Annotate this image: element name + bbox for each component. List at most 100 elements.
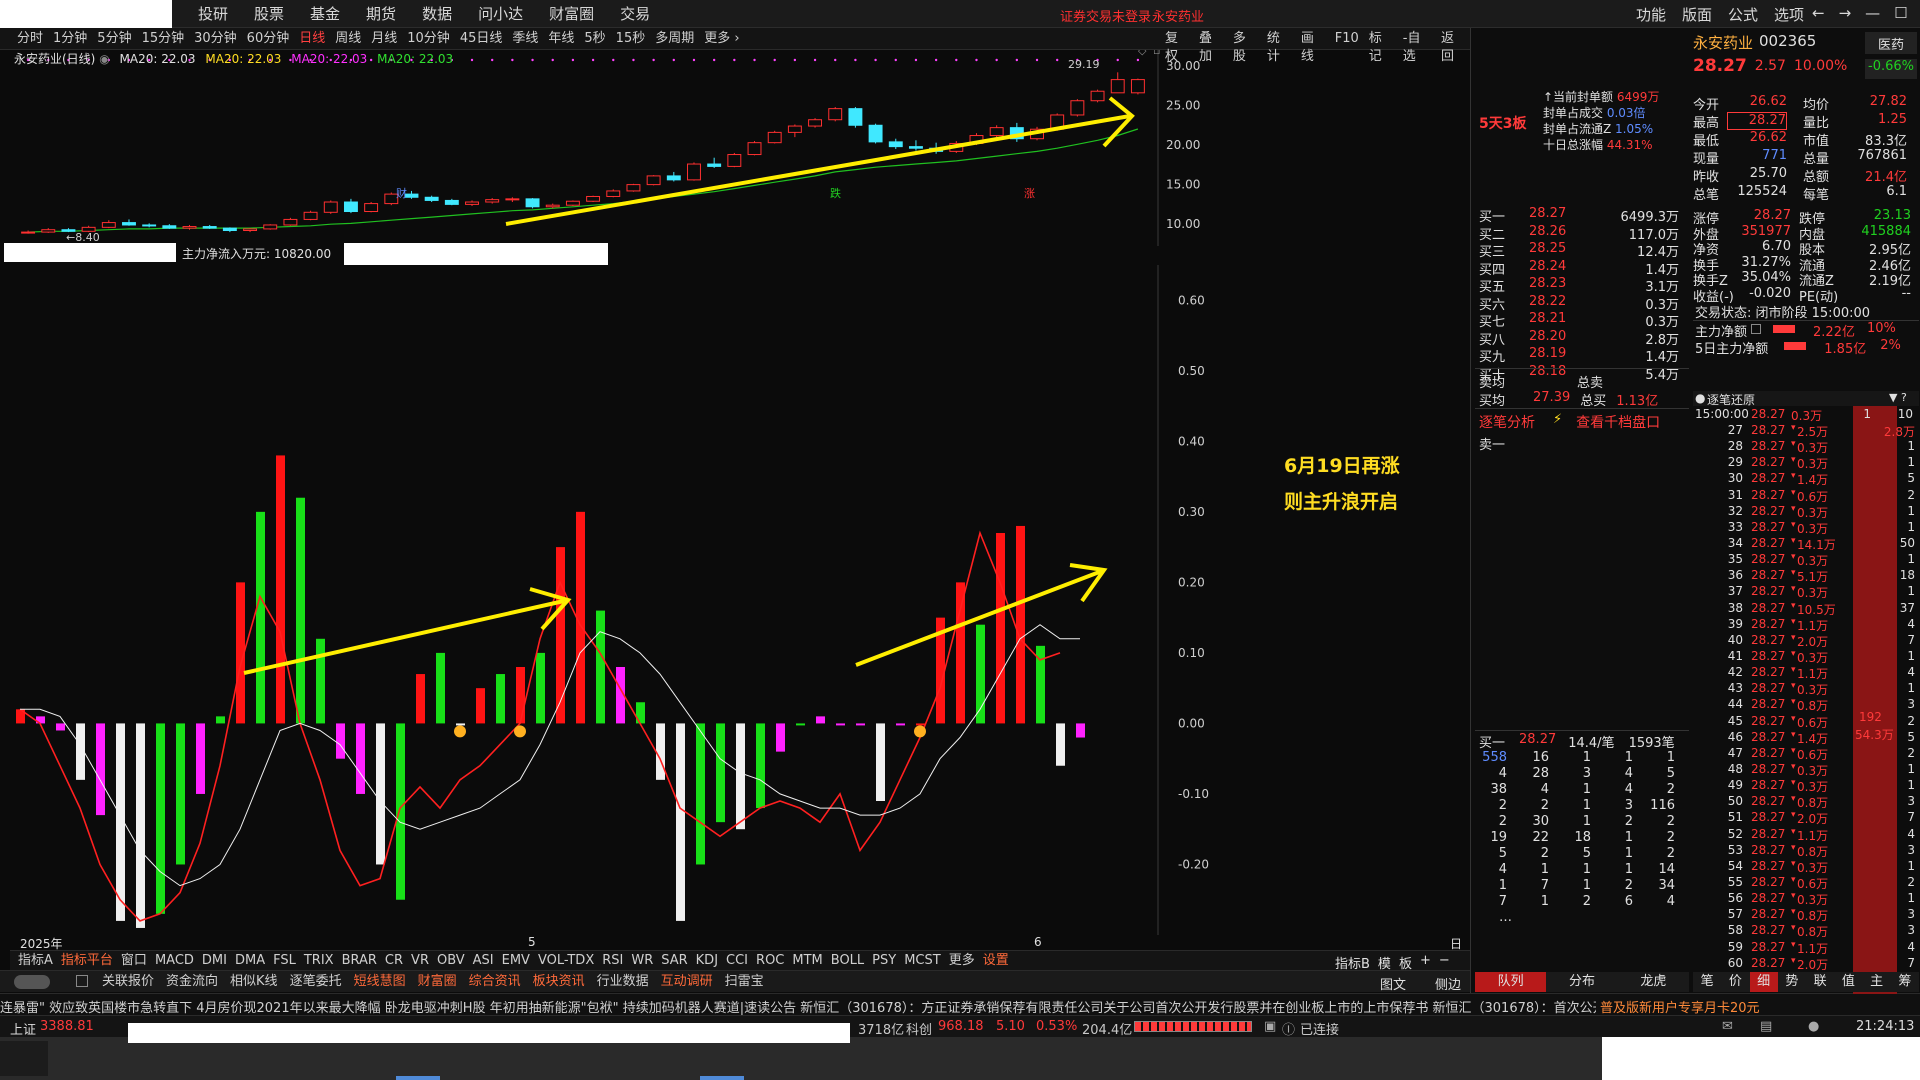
period-tab[interactable]: 多周期	[650, 30, 699, 48]
indicator-tab[interactable]: PSY	[868, 953, 900, 969]
menu-item[interactable]: 问小达	[465, 4, 536, 24]
bottom-tab[interactable]: 值	[1834, 972, 1863, 992]
indicator-tab[interactable]: BRAR	[338, 953, 381, 969]
function-link[interactable]: 行业数据	[591, 974, 655, 990]
price-chart-svg[interactable]: 30.00 25.00 20.00 15.00 10.00 ←8.40 29.19 财 跌 涨 ◇ ▫	[10, 44, 1470, 246]
menu-item[interactable]: 选项	[1766, 4, 1812, 25]
period-tab[interactable]: 45日线	[455, 30, 508, 48]
indicator-tab[interactable]: 更多	[945, 953, 979, 969]
menu-item[interactable]: 财富圈	[536, 4, 607, 24]
period-tab[interactable]: 30分钟	[189, 30, 242, 48]
indicator-tab[interactable]: RSI	[598, 953, 627, 969]
indicator-tab[interactable]: DMA	[231, 953, 269, 969]
bottom-tab[interactable]: 笔	[1693, 972, 1722, 992]
indicator-tab[interactable]: 窗口	[117, 953, 151, 969]
start-button[interactable]	[0, 1041, 48, 1076]
period-tab[interactable]: 月线	[366, 30, 402, 48]
menu-item[interactable]: 数据	[409, 4, 465, 24]
function-link[interactable]: 板块资讯	[527, 974, 591, 990]
indicator-tab[interactable]: KDJ	[692, 953, 722, 969]
bottom-tab[interactable]: 龙虎	[1617, 972, 1689, 992]
menu-item[interactable]: 公式	[1720, 4, 1766, 25]
period-tab[interactable]: 年线	[543, 30, 579, 48]
filter-icon[interactable]: ▼ ?	[1889, 391, 1907, 404]
indicator-tab[interactable]: CCI	[722, 953, 752, 969]
toggle-switch[interactable]	[14, 975, 50, 989]
bid-row[interactable]: 买九 28.19 1.4万	[1479, 346, 1689, 365]
tick-collapse-icon[interactable]: ●	[1695, 391, 1705, 405]
checkbox-icon[interactable]	[76, 975, 88, 987]
settings-icon[interactable]: ●	[1808, 1019, 1819, 1034]
price-chart[interactable]: 30.00 25.00 20.00 15.00 10.00 ←8.40 29.19 财 跌 涨 ◇ ▫…	[10, 44, 1470, 246]
function-link[interactable]: 逐笔委托	[284, 974, 348, 990]
indicator-chart-svg[interactable]: 0.60 0.50 0.40 0.30 0.20 0.10 0.00 -0.10 -0.20	[10, 265, 1470, 935]
indicator-chart[interactable]: 0.60 0.50 0.40 0.30 0.20 0.10 0.00 -0.10 -0.20 6…	[10, 265, 1470, 935]
bid-row[interactable]: 买七 28.21 0.3万	[1479, 311, 1689, 330]
news-text[interactable]: 连暴雷" 效应致英国楼市急转直下 4月房价现2021年以来最大降幅 卧龙电驱冲刺…	[0, 997, 1645, 1015]
indicator-tab[interactable]: ASI	[469, 953, 498, 969]
maximize-icon[interactable]: ☐	[1894, 4, 1907, 22]
period-tab[interactable]: 季线	[507, 30, 543, 48]
bottom-tab[interactable]: 价	[1721, 972, 1750, 992]
indicator-tab[interactable]: WR	[627, 953, 657, 969]
period-tab[interactable]: 5秒	[579, 30, 610, 48]
function-link[interactable]: 资金流向	[160, 974, 224, 990]
bottom-tab[interactable]: 势	[1777, 972, 1806, 992]
menu-item[interactable]: 交易	[607, 4, 663, 24]
login-status[interactable]: 证券交易未登录	[1060, 6, 1151, 25]
indicator-tab[interactable]: SAR	[657, 953, 691, 969]
indicator-tab[interactable]: FSL	[269, 953, 300, 969]
bottom-tab[interactable]: 细	[1749, 972, 1778, 992]
news-ticker[interactable]: 连暴雷" 效应致英国楼市急转直下 4月房价现2021年以来最大降幅 卧龙电驱冲刺…	[0, 993, 1920, 1015]
function-link[interactable]: 互动调研	[655, 974, 719, 990]
period-tab[interactable]: 日线	[294, 30, 330, 48]
bottom-tab[interactable]: 联	[1806, 972, 1835, 992]
bottom-tab[interactable]: 筹	[1890, 972, 1919, 992]
function-link[interactable]: 关联报价	[96, 974, 160, 990]
period-tab[interactable]: 1分钟	[48, 30, 92, 48]
info-box-icon[interactable]	[1751, 324, 1762, 334]
menu-item[interactable]: 基金	[297, 4, 353, 24]
bid-row[interactable]: 买三 28.25 12.4万	[1479, 241, 1689, 260]
bottom-tab[interactable]: 主	[1862, 972, 1891, 992]
analysis-link[interactable]: 逐笔分析	[1479, 412, 1535, 432]
indicator-tab[interactable]: OBV	[433, 953, 469, 969]
menu-item[interactable]: 功能	[1628, 4, 1674, 25]
back-arrow-icon[interactable]: ←	[1812, 4, 1825, 22]
indicator-tab[interactable]: BOLL	[827, 953, 868, 969]
mail-icon[interactable]: ✉	[1722, 1019, 1733, 1034]
indicator-tab[interactable]: VOL-TDX	[534, 953, 598, 969]
indicator-tab[interactable]: DMI	[198, 953, 231, 969]
indicator-tab[interactable]: CR	[381, 953, 407, 969]
period-tab[interactable]: 15秒	[611, 30, 651, 48]
indicator-tab[interactable]: MCST	[900, 953, 945, 969]
indicator-tab[interactable]: EMV	[498, 953, 534, 969]
menu-item[interactable]: 股票	[241, 4, 297, 24]
function-link[interactable]: 短线慧图	[348, 974, 412, 990]
period-tab[interactable]: 分时	[12, 30, 48, 48]
bid-row[interactable]: 买八 28.20 2.8万	[1479, 329, 1689, 348]
thousand-depth-link[interactable]: 查看千档盘口	[1576, 412, 1660, 432]
period-tab[interactable]: 周线	[330, 30, 366, 48]
indicator-tab[interactable]: MACD	[151, 953, 198, 969]
function-link[interactable]: 扫雷宝	[719, 974, 770, 990]
message-icon[interactable]: ▤	[1760, 1019, 1772, 1034]
indicator-tab[interactable]: VR	[407, 953, 433, 969]
function-link[interactable]: 综合资讯	[463, 974, 527, 990]
menu-item[interactable]: 投研	[185, 4, 241, 24]
period-tab[interactable]: 15分钟	[137, 30, 190, 48]
indicator-tab[interactable]: 设置	[979, 953, 1013, 969]
indicator-tab[interactable]: ROC	[752, 953, 788, 969]
bid-row[interactable]: 买四 28.24 1.4万	[1479, 259, 1689, 278]
bid-row[interactable]: 买五 28.23 3.1万	[1479, 276, 1689, 295]
period-tab[interactable]: 60分钟	[242, 30, 295, 48]
bid-row[interactable]: 买六 28.22 0.3万	[1479, 294, 1689, 313]
bid-row[interactable]: 买一 28.27 6499.3万	[1479, 206, 1689, 225]
indicator-tab[interactable]: MTM	[788, 953, 826, 969]
indicator-tab[interactable]: 指标A	[14, 953, 57, 969]
menu-item[interactable]: 期货	[353, 4, 409, 24]
bid-row[interactable]: 买二 28.26 117.0万	[1479, 224, 1689, 243]
sector-tag[interactable]: 医药	[1865, 32, 1917, 54]
bottom-tab[interactable]: 分布	[1546, 972, 1618, 992]
menu-item[interactable]: 版面	[1674, 4, 1720, 25]
